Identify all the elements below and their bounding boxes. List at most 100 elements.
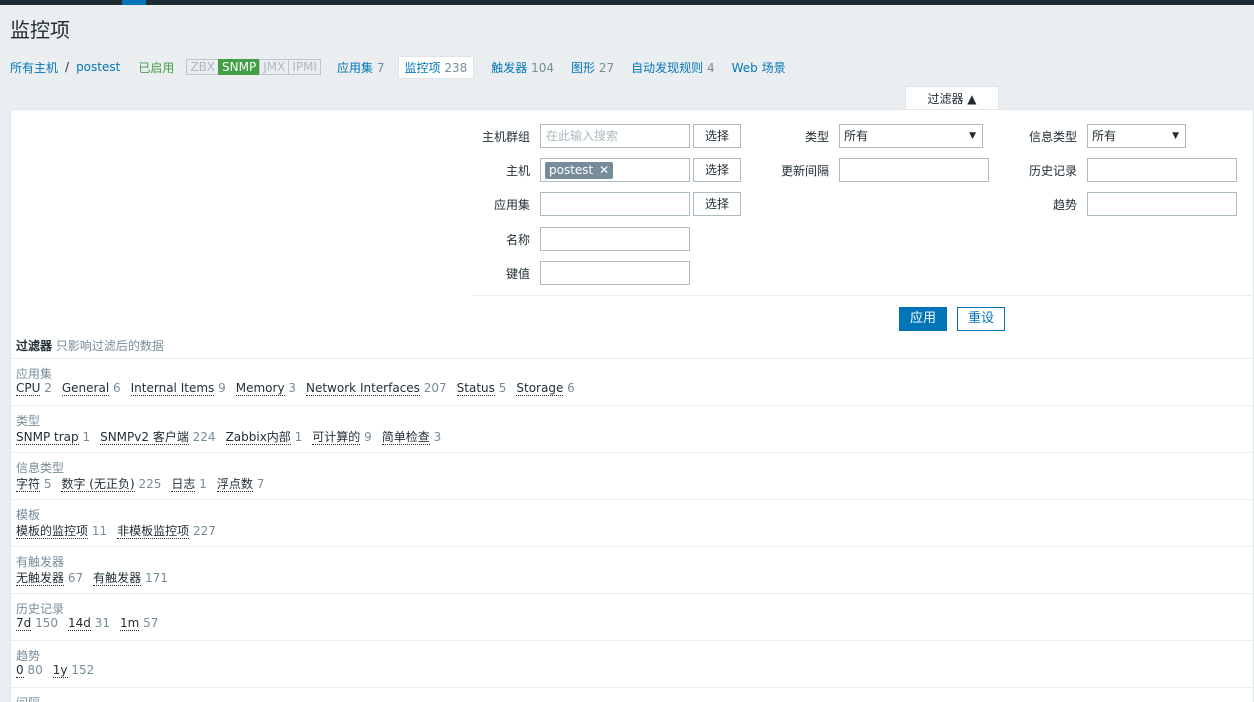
subfilter-item-link[interactable]: Network Interfaces — [306, 381, 420, 396]
trends-input[interactable] — [1087, 192, 1237, 216]
subfilter-items: 0 80 1y 152 — [16, 663, 1248, 678]
subfilter-item-count: 3 — [288, 381, 297, 395]
application-select-button[interactable]: 选择 — [693, 192, 741, 216]
breadcrumb-host[interactable]: postest — [76, 60, 120, 74]
subfilter-group-title: 有触发器 — [16, 555, 65, 569]
subfilter-item-link[interactable]: Internal Items — [130, 381, 215, 396]
type-select[interactable]: 所有 ▼ — [839, 124, 983, 148]
subfilter-item-link[interactable]: SNMP trap — [16, 430, 79, 445]
filter-tab[interactable]: 过滤器 ▲ — [905, 86, 999, 110]
subfilter-item: CPU 2 — [16, 381, 52, 396]
subfilter-item-link[interactable]: SNMPv2 客户端 — [100, 430, 189, 445]
subfilter-item: 可计算的 9 — [312, 430, 372, 445]
subfilter-group-title: 信息类型 — [16, 461, 65, 475]
nav-discovery-rules[interactable]: 自动发现规则 4 — [631, 59, 714, 76]
subfilter-item-count: 1 — [82, 430, 91, 444]
nav-applications[interactable]: 应用集 7 — [337, 59, 384, 76]
host-navigation: 所有主机 / postest 已启用 ZBX SNMP JMX IPMI 应用集… — [10, 55, 786, 79]
nav-items-label: 监控项 — [404, 60, 441, 75]
subfilter-items: 模板的监控项 11 非模板监控项 227 — [16, 522, 1248, 539]
nav-items[interactable]: 监控项 238 — [397, 55, 475, 79]
subfilter-item-count: 3 — [433, 430, 442, 444]
host-status-enabled[interactable]: 已启用 — [138, 59, 174, 76]
host-group-input[interactable]: 在此输入搜索 — [540, 124, 690, 148]
host-input[interactable]: postest ✕ — [540, 158, 690, 182]
subfilter-item-count: 67 — [67, 571, 84, 585]
subfilter-title: 过滤器 只影响过滤后的数据 — [16, 337, 164, 354]
subfilter-item-link[interactable]: 无触发器 — [16, 571, 65, 586]
subfilter-item-link[interactable]: Status — [456, 381, 495, 396]
subfilter-item-count: 171 — [144, 571, 168, 585]
info-type-select[interactable]: 所有 ▼ — [1087, 124, 1186, 148]
subfilter-item-count: 9 — [364, 430, 372, 444]
subfilter-item-link[interactable]: 7d — [16, 616, 32, 631]
subfilter-item-link[interactable]: 日志 — [171, 477, 196, 492]
nav-web-scenarios-label: Web 场景 — [731, 60, 786, 75]
subfilter-item-link[interactable]: Storage — [516, 381, 564, 396]
subfilter-item-link[interactable]: 0 — [16, 663, 24, 678]
subfilter-note: 只影响过滤后的数据 — [55, 339, 164, 353]
subfilter-item: General 6 — [61, 381, 121, 396]
name-input[interactable] — [540, 227, 690, 251]
key-input[interactable] — [540, 261, 690, 285]
subfilter-item: 简单检查 3 — [381, 430, 442, 445]
subfilter-item-link[interactable]: 非模板监控项 — [117, 524, 190, 539]
reset-button[interactable]: 重设 — [957, 307, 1005, 331]
subfilter-item: 数字 (无正负) 225 — [61, 477, 162, 492]
apply-button[interactable]: 应用 — [899, 307, 947, 331]
subfilter-item: Internal Items 9 — [130, 381, 226, 396]
breadcrumb-separator: / — [65, 60, 70, 74]
subfilter-item: 0 80 — [16, 663, 43, 678]
interface-badge-ipmi: IPMI — [288, 59, 322, 75]
subfilter-item-link[interactable]: 字符 — [16, 477, 41, 492]
subfilter-item-link[interactable]: 1m — [120, 616, 140, 631]
subfilter-item-link[interactable]: General — [61, 381, 110, 396]
application-input[interactable] — [540, 192, 690, 216]
subfilter-title-label: 过滤器 — [16, 339, 53, 353]
subfilter-item-link[interactable]: 有触发器 — [93, 571, 142, 586]
subfilter-item-link[interactable]: 模板的监控项 — [16, 524, 89, 539]
trends-label: 趋势 — [1052, 198, 1077, 212]
nav-graphs[interactable]: 图形 27 — [571, 59, 614, 76]
subfilter-group: 应用集 CPU 2 General 6 Internal Items 9 Memory … — [11, 358, 1253, 405]
subfilter-items: 无触发器 67 有触发器 171 — [16, 569, 1248, 586]
subfilter-item-link[interactable]: 浮点数 — [216, 477, 253, 492]
subfilter-item: Network Interfaces 207 — [306, 381, 447, 396]
subfilter-item: 7d 150 — [16, 616, 58, 631]
host-group-select-button[interactable]: 选择 — [693, 124, 741, 148]
history-input[interactable] — [1087, 158, 1237, 182]
subfilter-item: Storage 6 — [516, 381, 575, 396]
subfilter-item-link[interactable]: Memory — [235, 381, 285, 396]
host-group-label: 主机群组 — [481, 130, 530, 144]
subfilter-item: 浮点数 7 — [216, 477, 265, 492]
subfilter-item-link[interactable]: 14d — [68, 616, 91, 631]
subfilter-item-link[interactable]: 可计算的 — [312, 430, 361, 445]
nav-graphs-label: 图形 — [571, 60, 596, 75]
nav-triggers-count: 104 — [531, 60, 554, 75]
subfilter-item-link[interactable]: 1y — [52, 663, 68, 678]
subfilter-item-count: 57 — [143, 616, 159, 630]
interval-input[interactable] — [839, 158, 989, 182]
subfilter-item-count: 1 — [294, 430, 303, 444]
subfilter-item: 日志 1 — [171, 477, 207, 492]
subfilter-group-title: 应用集 — [16, 367, 53, 381]
application-label: 应用集 — [493, 198, 530, 212]
subfilter-items: CPU 2 General 6 Internal Items 9 Memory 3 Ne… — [16, 381, 1248, 396]
host-select-button[interactable]: 选择 — [693, 158, 741, 182]
breadcrumb-all-hosts[interactable]: 所有主机 — [10, 59, 58, 76]
subfilter-group: 趋势 0 80 1y 152 — [11, 640, 1253, 687]
subfilter-item-link[interactable]: CPU — [16, 381, 41, 396]
subfilter-item-count: 152 — [71, 663, 95, 677]
nav-triggers[interactable]: 触发器 104 — [491, 59, 554, 76]
interface-badge-zbx: ZBX — [186, 59, 220, 75]
subfilter-item-count: 7 — [256, 477, 265, 491]
subfilter-item-link[interactable]: 数字 (无正负) — [61, 477, 135, 492]
subfilter-item-link[interactable]: Zabbix内部 — [225, 430, 291, 445]
nav-web-scenarios[interactable]: Web 场景 — [732, 59, 786, 76]
subfilter-item-link[interactable]: 简单检查 — [381, 430, 430, 445]
nav-graphs-count: 27 — [598, 60, 615, 75]
filter-divider — [472, 295, 1254, 296]
name-label: 名称 — [505, 233, 530, 247]
subfilter-item-count: 225 — [138, 477, 162, 491]
remove-tag-icon[interactable]: ✕ — [599, 163, 609, 177]
